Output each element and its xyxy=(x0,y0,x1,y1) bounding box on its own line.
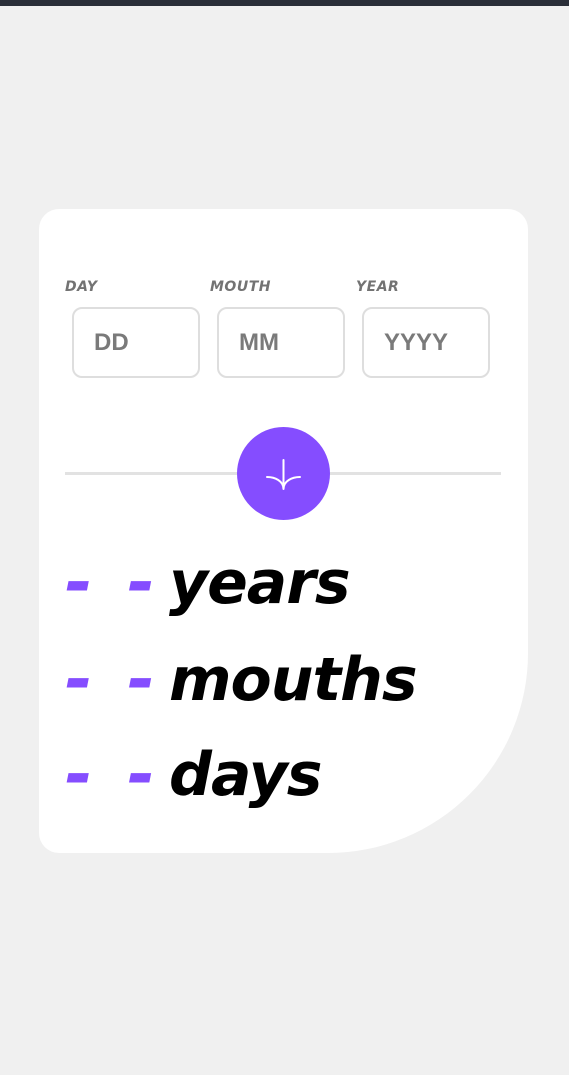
months-value: - - xyxy=(65,641,161,718)
result-years-row: - - years xyxy=(65,543,351,623)
day-input[interactable] xyxy=(72,307,200,378)
year-input[interactable] xyxy=(362,307,490,378)
age-calculator-card: DAY MOUTH YEAR - - years - - mouths - - … xyxy=(39,209,528,853)
submit-button[interactable] xyxy=(237,427,330,520)
year-label: YEAR xyxy=(356,279,400,295)
years-unit: years xyxy=(169,548,351,618)
arrow-down-icon xyxy=(266,459,301,490)
result-days-row: - - days xyxy=(65,735,322,815)
result-months-row: - - mouths xyxy=(65,640,418,720)
month-label: MOUTH xyxy=(210,279,271,295)
top-status-strip xyxy=(0,0,569,6)
day-label: DAY xyxy=(65,279,98,295)
month-input[interactable] xyxy=(217,307,345,378)
days-value: - - xyxy=(65,736,161,813)
months-unit: mouths xyxy=(169,645,418,715)
years-value: - - xyxy=(65,544,161,621)
days-unit: days xyxy=(169,740,322,810)
